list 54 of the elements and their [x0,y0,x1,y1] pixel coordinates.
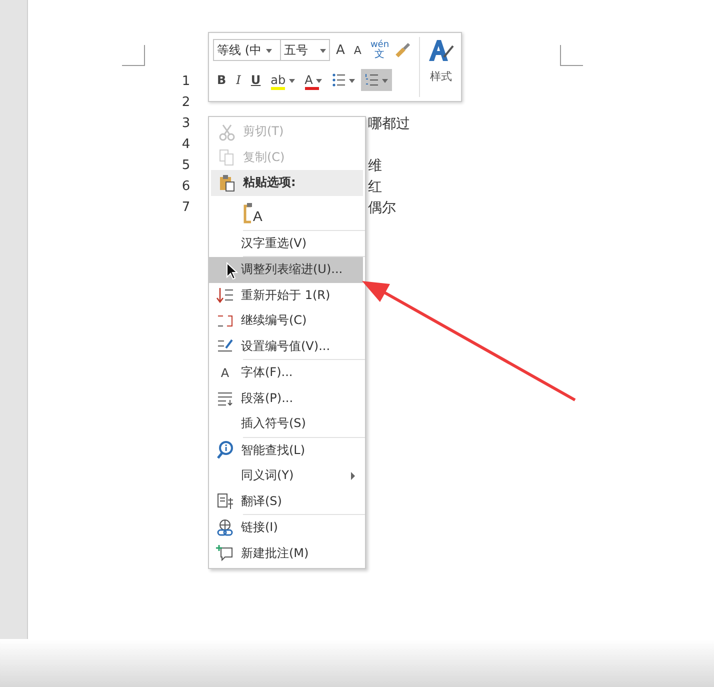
clipboard-icon [218,174,236,192]
document-text: 红 [368,178,382,196]
menu-item[interactable]: 新建批注(M) [209,540,363,566]
document-text: 维 [368,156,382,174]
phonetic-guide-button[interactable]: wén 文 [367,41,392,59]
search-icon [216,441,234,460]
line-number: 1 [180,74,192,89]
font-dropdown[interactable]: 等线 (中 [213,39,281,61]
italic-button[interactable]: I [232,69,245,91]
menu-item[interactable]: 翻译(S) [209,488,363,514]
line-number: 6 [180,179,192,194]
font-size-dropdown[interactable]: 五号 [280,39,330,61]
font-color-button[interactable]: A [300,69,326,91]
menu-item[interactable]: A 字体(F)... [209,360,363,386]
restart-numbering-icon [216,286,234,304]
clipboard-icon [243,202,253,224]
line-number: 2 [180,95,192,110]
document-text: 偶尔 [368,198,396,216]
highlight-button[interactable]: ab [266,69,299,91]
styles-button[interactable]: 样式 [419,37,462,97]
line-number: 3 [180,116,192,131]
grow-font-button[interactable]: A [333,42,348,58]
line-number: 7 [180,200,192,215]
copy-icon [218,148,236,166]
menu-item[interactable]: 同义词(Y) [209,463,363,488]
brush-icon[interactable] [395,42,412,58]
menu-item[interactable]: 智能查找(L) [209,438,363,463]
styles-icon [426,37,456,63]
line-number: 4 [180,137,192,152]
scissors-icon [218,122,236,141]
document-text: 哪都过 [368,114,410,132]
paste-option-button[interactable]: A [241,202,264,224]
line-number: 5 [180,158,192,173]
menu-item[interactable]: 调整列表缩进(U)... [209,257,363,282]
translate-icon [216,492,234,510]
bold-button[interactable]: B [213,69,230,91]
menu-heading: 粘贴选项: [243,174,296,192]
mouse-cursor-icon [226,262,238,280]
menu-item[interactable]: 链接(I) [209,515,363,540]
margin-corner-mark [122,45,145,66]
menu-item[interactable]: 插入符号(S) [209,411,363,436]
menu-item[interactable]: 段落(P)... [209,386,363,411]
numbering-button[interactable] [360,69,392,91]
menu-item[interactable]: 汉字重选(V) [209,230,363,256]
link-icon [216,518,234,537]
new-comment-icon [216,544,234,562]
shrink-font-button[interactable]: A [350,44,364,56]
menu-item[interactable]: 设置编号值(V)... [209,334,363,359]
underline-button[interactable]: U [246,69,265,91]
menu-item[interactable]: 重新开始于 1(R) [209,282,363,308]
bullet-list-icon [332,73,346,87]
menu-item[interactable]: 继续编号(C) [209,308,363,334]
margin-corner-mark [560,45,583,66]
numbered-list-icon [364,73,379,87]
